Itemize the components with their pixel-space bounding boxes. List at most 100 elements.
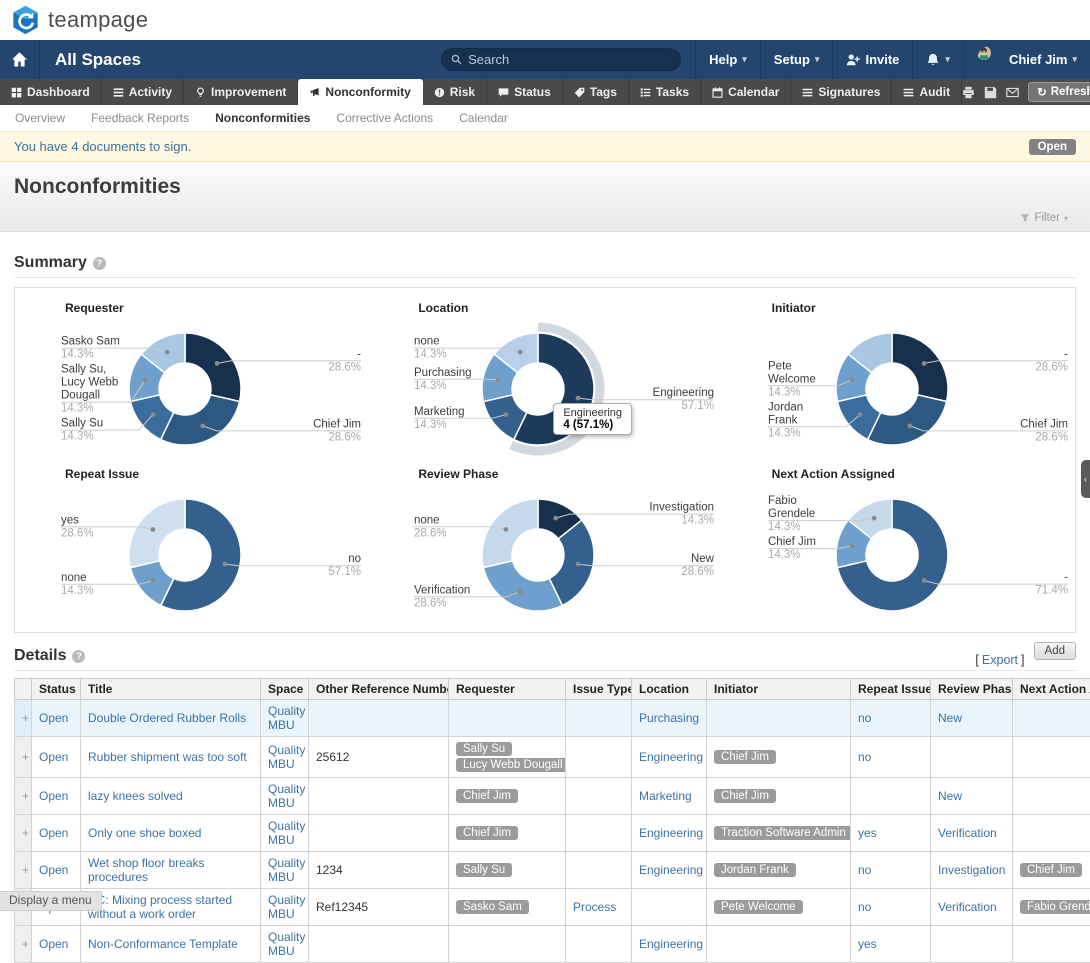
space-link[interactable]: Quality MBU <box>268 930 305 958</box>
title-link[interactable]: Only one shoe boxed <box>88 826 201 840</box>
status-link[interactable]: Open <box>39 826 68 840</box>
space-link[interactable]: Quality MBU <box>268 819 305 847</box>
subtab-overview[interactable]: Overview <box>2 111 78 125</box>
column-header-status[interactable]: Status <box>32 679 81 700</box>
donut-chart[interactable]: FabioGrendele14.3%Chief Jim14.3%-71.4% <box>722 481 1072 631</box>
column-header-next-action-assigned[interactable]: Next Action Assigned <box>1013 679 1090 700</box>
setup-menu[interactable]: Setup▾ <box>760 40 833 79</box>
location-link[interactable]: Engineering <box>639 863 703 877</box>
tab-calendar[interactable]: Calendar <box>701 79 791 105</box>
mail-icon[interactable] <box>1006 86 1019 99</box>
location-link[interactable]: Marketing <box>639 789 692 803</box>
status-link[interactable]: Open <box>39 863 68 877</box>
status-link[interactable]: Open <box>39 789 68 803</box>
status-link[interactable]: Open <box>39 711 68 725</box>
status-link[interactable]: Open <box>39 937 68 951</box>
location-link[interactable]: Engineering <box>639 750 703 764</box>
save-icon[interactable] <box>984 86 997 99</box>
title-link[interactable]: Non-Conformance Template <box>88 937 238 951</box>
title-link[interactable]: Wet shop floor breaks procedures <box>88 856 205 884</box>
title-link[interactable]: lazy knees solved <box>88 789 183 803</box>
space-link[interactable]: Quality MBU <box>268 782 305 810</box>
review-phase-link[interactable]: Investigation <box>938 863 1005 877</box>
column-header-location[interactable]: Location <box>632 679 707 700</box>
tab-tags[interactable]: Tags <box>563 79 629 105</box>
tab-signatures[interactable]: Signatures <box>791 79 892 105</box>
repeat-issue-link[interactable]: no <box>858 750 871 764</box>
space-link[interactable]: Quality MBU <box>268 704 305 732</box>
donut-chart[interactable]: Sasko Sam14.3%Sally Su,Lucy WebbDougall1… <box>15 315 365 465</box>
donut-slice-yes[interactable] <box>129 499 185 568</box>
search-input[interactable] <box>468 52 671 67</box>
notifications-menu[interactable]: ▾ <box>912 40 963 79</box>
repeat-issue-link[interactable]: no <box>858 863 871 877</box>
column-header-review-phase[interactable]: Review Phase <box>931 679 1013 700</box>
donut-slice-item[interactable] <box>185 333 241 402</box>
column-header-repeat-issue[interactable]: Repeat Issue <box>851 679 931 700</box>
row-expand-button[interactable]: + <box>15 778 32 815</box>
column-header-title[interactable]: Title <box>81 679 261 700</box>
donut-slice-none[interactable] <box>482 499 538 568</box>
donut-chart[interactable]: yes28.6%none14.3%no57.1% <box>15 481 365 631</box>
tab-nonconformity[interactable]: Nonconformity <box>298 79 422 105</box>
donut-chart[interactable]: none14.3%Purchasing14.3%Marketing14.3%En… <box>368 315 718 465</box>
repeat-issue-link[interactable]: yes <box>858 937 877 951</box>
tab-improvement[interactable]: Improvement <box>184 79 298 105</box>
title-link[interactable]: NC: Mixing process started without a wor… <box>88 893 232 921</box>
row-expand-button[interactable]: + <box>15 926 32 963</box>
status-link[interactable]: Open <box>39 750 68 764</box>
subtab-calendar[interactable]: Calendar <box>446 111 521 125</box>
location-link[interactable]: Purchasing <box>639 711 699 725</box>
repeat-issue-link[interactable]: yes <box>858 826 877 840</box>
title-link[interactable]: Rubber shipment was too soft <box>88 750 247 764</box>
column-header-requester[interactable]: Requester <box>449 679 566 700</box>
donut-chart[interactable]: none28.6%Verification28.6%Investigation1… <box>368 481 718 631</box>
row-expand-button[interactable]: + <box>15 815 32 852</box>
repeat-issue-link[interactable]: no <box>858 711 871 725</box>
donut-slice-item[interactable] <box>892 333 948 402</box>
donut-slice-verification[interactable] <box>484 561 563 611</box>
subtab-feedback-reports[interactable]: Feedback Reports <box>78 111 202 125</box>
title-link[interactable]: Double Ordered Rubber Rolls <box>88 711 246 725</box>
review-phase-link[interactable]: New <box>938 789 962 803</box>
tab-activity[interactable]: Activity <box>102 79 184 105</box>
tab-tasks[interactable]: Tasks <box>629 79 701 105</box>
review-phase-link[interactable]: Verification <box>938 900 997 914</box>
user-menu[interactable]: Chief Jim ▾ <box>963 40 1090 79</box>
issue-type-link[interactable]: Process <box>573 900 616 914</box>
tab-status[interactable]: Status <box>487 79 563 105</box>
search-box[interactable] <box>441 48 681 71</box>
space-link[interactable]: Quality MBU <box>268 856 305 884</box>
tab-risk[interactable]: Risk <box>423 79 487 105</box>
row-expand-button[interactable]: + <box>15 852 32 889</box>
column-header-issue-type[interactable]: Issue Type <box>566 679 632 700</box>
donut-slice-chief-jim[interactable] <box>161 395 240 445</box>
location-link[interactable]: Engineering <box>639 937 703 951</box>
review-phase-link[interactable]: New <box>938 711 962 725</box>
help-icon[interactable]: ? <box>93 257 106 270</box>
row-expand-button[interactable]: + <box>15 700 32 737</box>
subtab-nonconformities[interactable]: Nonconformities <box>202 111 323 125</box>
location-link[interactable]: Engineering <box>639 826 703 840</box>
banner-open-button[interactable]: Open <box>1029 139 1076 155</box>
add-button[interactable]: Add <box>1034 642 1076 660</box>
home-button[interactable] <box>0 40 40 79</box>
column-header-expand[interactable] <box>15 679 32 700</box>
help-menu[interactable]: Help▾ <box>695 40 760 79</box>
space-link[interactable]: Quality MBU <box>268 893 305 921</box>
donut-slice-chief-jim[interactable] <box>867 395 946 445</box>
row-expand-button[interactable]: + <box>15 737 32 778</box>
subtab-corrective-actions[interactable]: Corrective Actions <box>323 111 446 125</box>
tab-dashboard[interactable]: Dashboard <box>0 79 102 105</box>
donut-chart[interactable]: PeteWelcome14.3%JordanFrank14.3%-28.6%Ch… <box>722 315 1072 465</box>
repeat-issue-link[interactable]: no <box>858 900 871 914</box>
filter-control[interactable]: Filter ▾ <box>1020 212 1068 224</box>
column-header-space[interactable]: Space <box>261 679 309 700</box>
help-icon[interactable]: ? <box>72 650 85 663</box>
refresh-button[interactable]: ↻ Refresh <box>1028 82 1090 102</box>
tab-audit[interactable]: Audit <box>892 79 962 105</box>
column-header-initiator[interactable]: Initiator <box>707 679 851 700</box>
collapse-panel-handle[interactable]: ‹ <box>1081 460 1090 498</box>
space-link[interactable]: Quality MBU <box>268 743 305 771</box>
print-icon[interactable] <box>962 86 975 99</box>
